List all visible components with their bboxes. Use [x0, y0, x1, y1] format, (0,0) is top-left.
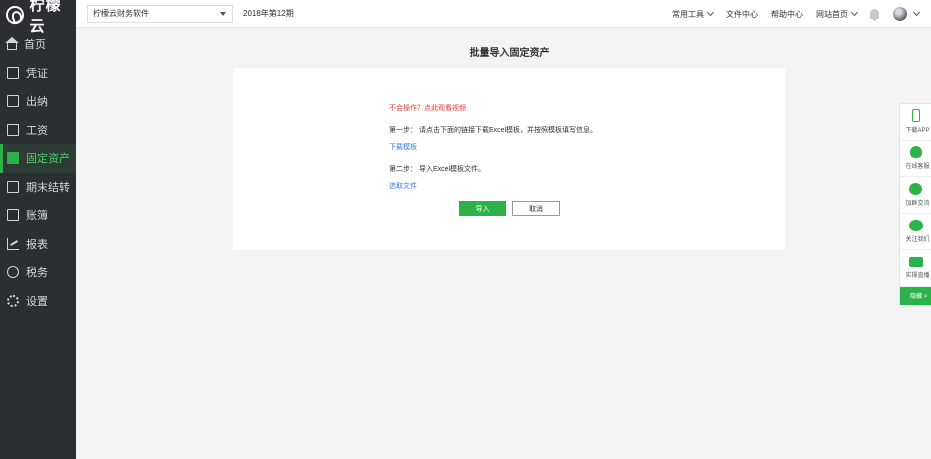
- sidebar-item-label: 报表: [26, 238, 48, 251]
- online-service-item[interactable]: 在线客服: [900, 141, 931, 178]
- sidebar-item-report[interactable]: 报表: [0, 230, 76, 259]
- ledger-icon: [7, 209, 19, 222]
- sidebar-item-fixed-assets[interactable]: 固定资产: [0, 144, 76, 173]
- file-center-link[interactable]: 文件中心: [726, 9, 758, 20]
- video-icon: [908, 257, 923, 268]
- cancel-button[interactable]: 取消: [512, 201, 560, 216]
- import-card: 不会操作？点此观看视频 第一步： 请点击下面的链接下载Excel模板，并按照模板…: [233, 68, 785, 250]
- chevron-down-icon: [706, 8, 715, 17]
- settings-icon: [7, 294, 19, 307]
- float-item-label: 下载APP: [905, 128, 930, 135]
- help-center-label: 帮助中心: [771, 9, 803, 19]
- sidebar-item-label: 税务: [26, 267, 48, 280]
- tools-menu[interactable]: 常用工具: [672, 8, 715, 20]
- page-title: 批量导入固定资产: [469, 48, 550, 59]
- tax-icon: [7, 266, 19, 279]
- sidebar-nav: 首页 凭证 出纳 工资 固定资产 期末结转 账簿 报表 税务 设置: [0, 30, 76, 315]
- file-center-label: 文件中心: [726, 9, 758, 19]
- cashier-icon: [7, 95, 19, 108]
- app-name: 柠檬云: [29, 0, 62, 35]
- step1-text: 第一步： 请点击下面的链接下载Excel模板，并按照模板填写信息。: [389, 127, 598, 134]
- voucher-icon: [7, 66, 19, 79]
- company-select[interactable]: 柠檬云财务软件: [87, 5, 233, 23]
- phone-icon: [911, 109, 920, 123]
- salary-icon: [7, 123, 19, 136]
- home-icon: [5, 36, 19, 50]
- app-logo[interactable]: 柠檬云: [0, 0, 76, 35]
- site-home-menu[interactable]: 网站首页: [816, 8, 859, 20]
- import-button[interactable]: 导入: [459, 201, 506, 216]
- sidebar: 柠檬云 首页 凭证 出纳 工资 固定资产 期末结转 账簿 报表 税务 设置: [0, 0, 76, 459]
- hide-panel-button[interactable]: 隐藏 >: [900, 286, 931, 305]
- sidebar-item-label: 首页: [24, 39, 46, 52]
- float-panel: 下载APP 在线客服 加群交流 关注我们 实操直播 隐藏 >: [899, 103, 931, 306]
- download-app-item[interactable]: 下载APP: [900, 104, 931, 141]
- float-item-label: 在线客服: [905, 164, 930, 171]
- float-item-label: 加群交流: [905, 200, 930, 207]
- video-help-link[interactable]: 不会操作？点此观看视频: [389, 103, 466, 113]
- sidebar-item-settings[interactable]: 设置: [0, 287, 76, 316]
- download-template-link[interactable]: 下载模板: [389, 142, 417, 152]
- sidebar-item-label: 凭证: [26, 67, 48, 80]
- wechat-icon: [908, 220, 923, 232]
- sidebar-item-label: 期末结转: [26, 181, 70, 194]
- float-item-label: 实操直播: [905, 273, 930, 280]
- sidebar-item-label: 设置: [26, 295, 48, 308]
- sidebar-item-period-end[interactable]: 期末结转: [0, 173, 76, 202]
- help-center-link[interactable]: 帮助中心: [771, 9, 803, 20]
- group-icon: [909, 182, 922, 195]
- choose-file-link[interactable]: 选取文件: [389, 181, 417, 191]
- topbar: 柠檬云财务软件 2018年第12期 常用工具 文件中心 帮助中心 网站首页: [76, 0, 931, 28]
- join-group-item[interactable]: 加群交流: [900, 177, 931, 214]
- period-end-icon: [7, 180, 19, 193]
- sidebar-item-label: 出纳: [26, 96, 48, 109]
- site-home-label: 网站首页: [816, 9, 848, 19]
- sidebar-item-salary[interactable]: 工资: [0, 116, 76, 145]
- sidebar-item-ledger[interactable]: 账簿: [0, 201, 76, 230]
- avatar[interactable]: [893, 7, 907, 21]
- tools-menu-label: 常用工具: [672, 9, 704, 19]
- lemon-logo-icon: [6, 6, 24, 24]
- chevron-down-icon[interactable]: [912, 8, 921, 17]
- fixed-assets-icon: [7, 152, 19, 165]
- chevron-down-icon: [850, 8, 859, 17]
- sidebar-item-label: 工资: [26, 124, 48, 137]
- sidebar-item-cashier[interactable]: 出纳: [0, 87, 76, 116]
- step2-text: 第二步： 导入Excel模板文件。: [389, 166, 486, 173]
- caret-down-icon: [220, 12, 226, 16]
- live-stream-item[interactable]: 实操直播: [900, 250, 931, 287]
- follow-us-item[interactable]: 关注我们: [900, 214, 931, 251]
- report-icon: [7, 237, 19, 250]
- qq-icon: [909, 146, 922, 159]
- bell-icon[interactable]: [870, 9, 879, 21]
- float-item-label: 关注我们: [905, 237, 930, 244]
- sidebar-item-label: 账簿: [26, 210, 48, 223]
- sidebar-item-voucher[interactable]: 凭证: [0, 59, 76, 88]
- sidebar-item-tax[interactable]: 税务: [0, 258, 76, 287]
- accounting-period: 2018年第12期: [243, 9, 294, 18]
- sidebar-item-label: 固定资产: [26, 153, 70, 166]
- company-select-value: 柠檬云财务软件: [93, 9, 149, 18]
- top-links: 常用工具 文件中心 帮助中心 网站首页: [672, 0, 931, 28]
